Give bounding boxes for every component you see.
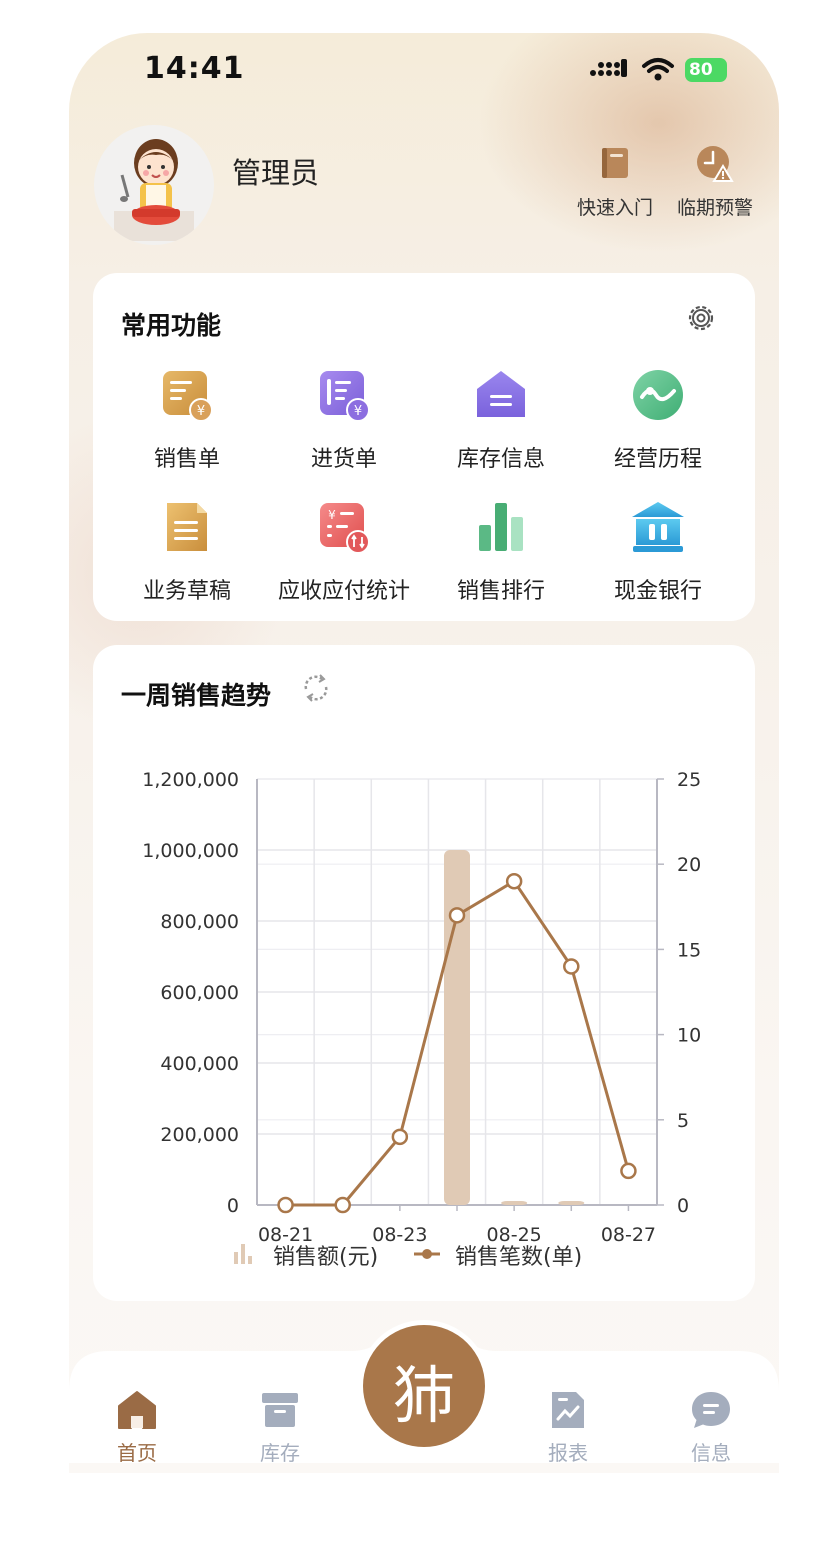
- chef-avatar-illustration: [114, 139, 194, 241]
- archive-box-icon: [262, 1393, 298, 1427]
- wifi-icon: [642, 58, 674, 81]
- quick-start-button[interactable]: 快速入门: [565, 143, 665, 220]
- home-icon: [118, 1391, 156, 1429]
- sales-count-point: [334, 1196, 351, 1214]
- function-business-draft[interactable]: 业务草稿: [107, 499, 267, 605]
- legend-bar-icon: [234, 1244, 252, 1264]
- tab-label: 报表: [548, 1441, 588, 1465]
- function-cash-bank[interactable]: 现金银行: [578, 499, 738, 605]
- y-right-tick-label: 5: [677, 1110, 689, 1132]
- function-label: 销售排行: [456, 579, 545, 604]
- quick-start-label: 快速入门: [576, 197, 653, 219]
- sales-count-point: [505, 872, 523, 890]
- battery-icon: 80: [685, 58, 727, 82]
- center-action-glyph: 犻: [392, 1359, 455, 1432]
- y-left-tick-label: 800,000: [160, 911, 239, 933]
- y-left-tick-label: 200,000: [160, 1124, 239, 1146]
- y-left-tick-label: 1,000,000: [142, 840, 239, 862]
- chart-legend: 销售额(元) 销售笔数(单): [233, 1239, 633, 1270]
- y-left-tick-label: 1,200,000: [142, 769, 239, 791]
- sales-trend-card: 一周销售趋势 0 200,000 400,000 600,000 800,000 1,00…: [93, 645, 755, 1301]
- bar-ranking-icon: [479, 503, 523, 551]
- sales-trend-title: 一周销售趋势: [121, 681, 272, 710]
- sales-trend-chart: 0 200,000 400,000 600,000 800,000 1,000,000 1,…: [142, 769, 701, 1245]
- receivable-payable-icon: ¥: [320, 503, 370, 554]
- cellular-signal-icon: [590, 59, 627, 77]
- y-right-tick-label: 10: [677, 1025, 701, 1047]
- username: 管理员: [232, 156, 320, 190]
- phone-screen: 14:41 80 管理员 快速入门 临期预警 常用功能 ¥ 销售单 ¥ 进货单 …: [69, 33, 779, 1473]
- bank-icon: [632, 502, 684, 552]
- tab-report[interactable]: 报表: [518, 1389, 618, 1466]
- inventory-house-icon: [477, 371, 525, 417]
- sales-amount-bar: [501, 1201, 528, 1205]
- draft-document-icon: [167, 503, 207, 551]
- tab-label: 库存: [260, 1441, 300, 1465]
- function-sales-ranking[interactable]: 销售排行: [421, 499, 581, 605]
- y-left-tick-label: 0: [227, 1195, 239, 1217]
- function-label: 业务草稿: [142, 579, 231, 604]
- tab-label: 首页: [117, 1441, 157, 1465]
- message-icon: [692, 1392, 730, 1428]
- center-action-button[interactable]: 犻: [363, 1325, 485, 1447]
- common-functions-card: 常用功能 ¥ 销售单 ¥ 进货单 库存信息 经营历程 业务草稿 ¥ 应收应付统计…: [93, 273, 755, 621]
- legend-sales-count: 销售笔数(单): [455, 1245, 583, 1270]
- sales-amount-bar: [444, 850, 470, 1205]
- y-left-tick-label: 600,000: [160, 982, 239, 1004]
- sales-count-point: [391, 1128, 409, 1146]
- avatar[interactable]: [94, 125, 214, 245]
- y-right-tick-label: 0: [677, 1195, 689, 1217]
- svg-text:¥: ¥: [328, 508, 336, 522]
- refresh-icon[interactable]: [300, 672, 332, 704]
- expiry-warning-button[interactable]: 临期预警: [665, 143, 765, 220]
- gear-icon[interactable]: [685, 302, 717, 334]
- tab-label: 信息: [691, 1441, 731, 1465]
- sales-amount-bar: [558, 1201, 585, 1205]
- sales-count-point: [563, 958, 580, 975]
- function-inventory-info[interactable]: 库存信息: [421, 367, 581, 473]
- tab-inventory[interactable]: 库存: [230, 1389, 330, 1466]
- function-label: 销售单: [153, 447, 220, 472]
- y-right-tick-label: 20: [677, 854, 701, 876]
- function-label: 经营历程: [613, 447, 702, 472]
- common-functions-title: 常用功能: [121, 311, 222, 340]
- svg-text:¥: ¥: [197, 404, 205, 419]
- business-history-icon: [633, 370, 683, 420]
- function-receivable-payable[interactable]: ¥ 应收应付统计: [264, 499, 424, 605]
- book-icon: [602, 148, 628, 178]
- legend-line-icon: [414, 1249, 440, 1259]
- sales-count-point: [277, 1196, 294, 1214]
- tab-messages[interactable]: 信息: [661, 1389, 761, 1466]
- sales-order-icon: ¥: [163, 371, 213, 422]
- function-label: 进货单: [310, 447, 377, 472]
- clock-warning-icon: [697, 146, 734, 182]
- sales-count-point: [620, 1162, 637, 1180]
- purchase-order-icon: ¥: [320, 371, 370, 422]
- function-label: 应收应付统计: [277, 579, 410, 604]
- status-time: 14:41: [144, 51, 245, 86]
- function-label: 现金银行: [613, 579, 702, 604]
- y-right-tick-label: 15: [677, 939, 701, 961]
- sales-count-point: [448, 907, 466, 924]
- status-icons: 80: [589, 55, 739, 85]
- y-left-tick-label: 400,000: [160, 1053, 239, 1075]
- function-business-history[interactable]: 经营历程: [578, 367, 738, 473]
- tab-home[interactable]: 首页: [87, 1389, 187, 1466]
- function-sales-order[interactable]: ¥ 销售单: [107, 367, 267, 473]
- function-purchase-order[interactable]: ¥ 进货单: [264, 367, 424, 473]
- svg-text:¥: ¥: [354, 404, 362, 419]
- tab-bar: 首页 库存 报表 信息 犻: [69, 1323, 779, 1473]
- function-label: 库存信息: [456, 447, 545, 472]
- battery-level: 80: [689, 60, 713, 80]
- expiry-warning-label: 临期预警: [676, 197, 753, 219]
- y-right-tick-label: 25: [677, 769, 701, 791]
- legend-sales-amount: 销售额(元): [273, 1245, 379, 1270]
- report-icon: [552, 1392, 584, 1428]
